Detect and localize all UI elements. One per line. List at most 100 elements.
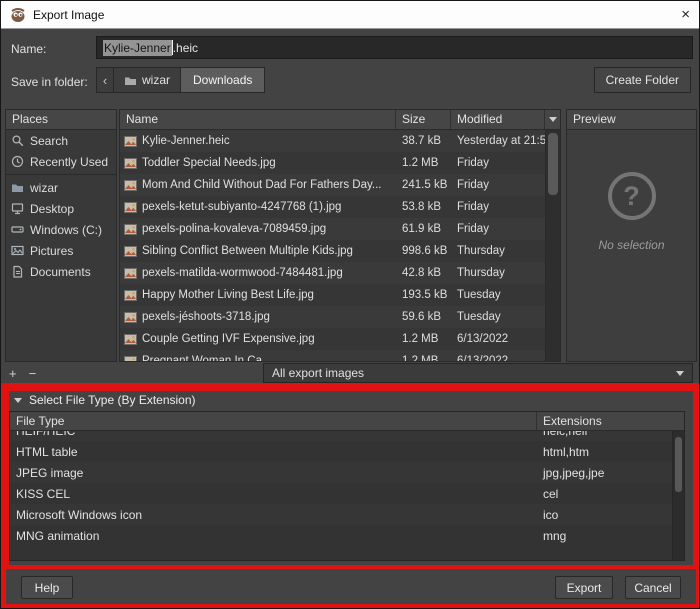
column-header-file-type[interactable]: File Type bbox=[10, 412, 537, 430]
chevron-down-icon bbox=[676, 370, 684, 376]
file-type-row[interactable]: KISS CEL cel bbox=[10, 483, 672, 504]
file-modified: Tuesday bbox=[457, 311, 501, 323]
breadcrumb-home[interactable]: wizar bbox=[114, 67, 182, 93]
scrollbar-thumb[interactable] bbox=[675, 437, 682, 492]
file-type-scrollbar[interactable] bbox=[672, 431, 684, 560]
place-item-home[interactable]: wizar bbox=[6, 177, 116, 198]
column-header-extensions[interactable]: Extensions bbox=[537, 412, 684, 430]
file-size: 59.6 kB bbox=[402, 311, 441, 323]
place-label: Search bbox=[30, 133, 69, 148]
file-type-row[interactable]: HTML table html,htm bbox=[10, 441, 672, 462]
scrollbar-thumb[interactable] bbox=[548, 133, 558, 195]
file-type-name: Microsoft Windows icon bbox=[16, 507, 143, 522]
file-modified: 6/13/2022 bbox=[457, 333, 509, 345]
place-item-search[interactable]: Search bbox=[6, 130, 116, 151]
file-type-row[interactable]: Microsoft Windows icon ico bbox=[10, 504, 672, 525]
place-label: Documents bbox=[30, 264, 91, 279]
file-modified: Thursday bbox=[457, 267, 505, 279]
image-file-icon bbox=[124, 157, 137, 169]
file-name-cell: Sibling Conflict Between Multiple Kids.j… bbox=[120, 245, 396, 258]
file-list-scrollbar[interactable] bbox=[545, 130, 560, 361]
file-modified: Friday bbox=[457, 223, 489, 235]
column-header-modified[interactable]: Modified bbox=[451, 110, 545, 129]
file-row[interactable]: Happy Mother Living Best Life.jpg 193.5 … bbox=[120, 284, 545, 306]
add-place-button[interactable]: + bbox=[9, 367, 17, 381]
file-type-name: HTML table bbox=[16, 444, 78, 459]
file-name: pexels-matilda-wormwood-7484481.jpg bbox=[142, 267, 343, 279]
file-size: 241.5 kB bbox=[402, 179, 448, 191]
file-name: Toddler Special Needs.jpg bbox=[142, 157, 276, 169]
file-type-expander[interactable]: Select File Type (By Extension) bbox=[14, 393, 196, 407]
places-separator bbox=[6, 174, 116, 175]
file-type-row[interactable]: MNG animation mng bbox=[10, 525, 672, 546]
column-header-name[interactable]: Name bbox=[120, 110, 396, 129]
file-name-cell: Couple Getting IVF Expensive.jpg bbox=[120, 333, 396, 346]
file-modified: 6/13/2022 bbox=[457, 355, 509, 361]
column-options-dropdown[interactable] bbox=[545, 110, 560, 129]
save-in-folder-label: Save in folder: bbox=[11, 75, 88, 89]
image-file-icon bbox=[124, 289, 137, 301]
filename-input[interactable]: Kylie-Jenner .heic bbox=[96, 36, 693, 59]
remove-place-button[interactable]: − bbox=[29, 367, 37, 381]
place-item-windows-c[interactable]: Windows (C:) bbox=[6, 219, 116, 240]
image-file-icon bbox=[124, 179, 137, 191]
file-row[interactable]: Couple Getting IVF Expensive.jpg 1.2 MB … bbox=[120, 328, 545, 350]
file-row[interactable]: pexels-jéshoots-3718.jpg 59.6 kB Tuesday bbox=[120, 306, 545, 328]
file-row[interactable]: pexels-polina-kovaleva-7089459.jpg 61.9 … bbox=[120, 218, 545, 240]
file-type-expander-label: Select File Type (By Extension) bbox=[29, 393, 196, 407]
gimp-icon bbox=[11, 7, 25, 22]
file-name: Pregnant Woman In Ca... bbox=[142, 355, 272, 361]
place-item-desktop[interactable]: Desktop bbox=[6, 198, 116, 219]
file-row[interactable]: Kylie-Jenner.heic 38.7 kB Yesterday at 2… bbox=[120, 130, 545, 152]
breadcrumb-downloads-label: Downloads bbox=[193, 73, 253, 87]
export-image-dialog: Export Image × Name: Kylie-Jenner .heic … bbox=[0, 0, 700, 609]
column-header-size[interactable]: Size bbox=[396, 110, 451, 129]
file-type-row[interactable]: JPEG image jpg,jpeg,jpe bbox=[10, 462, 672, 483]
file-name-cell: Mom And Child Without Dad For Fathers Da… bbox=[120, 179, 396, 192]
place-item-documents[interactable]: Documents bbox=[6, 261, 116, 282]
export-button[interactable]: Export bbox=[555, 576, 613, 599]
file-type-row[interactable]: HEIF/HEIC heic,heif bbox=[10, 431, 672, 441]
file-row[interactable]: pexels-ketut-subiyanto-4247768 (1).jpg 5… bbox=[120, 196, 545, 218]
file-row[interactable]: Mom And Child Without Dad For Fathers Da… bbox=[120, 174, 545, 196]
file-type-extensions: cel bbox=[543, 486, 559, 501]
file-type-name: MNG animation bbox=[16, 528, 100, 543]
export-filter-combobox[interactable]: All export images bbox=[263, 363, 693, 383]
file-name-cell: Happy Mother Living Best Life.jpg bbox=[120, 289, 396, 302]
place-item-pictures[interactable]: Pictures bbox=[6, 240, 116, 261]
file-row[interactable]: Sibling Conflict Between Multiple Kids.j… bbox=[120, 240, 545, 262]
file-name-cell: pexels-ketut-subiyanto-4247768 (1).jpg bbox=[120, 201, 396, 214]
file-size: 193.5 kB bbox=[402, 289, 448, 301]
file-row[interactable]: pexels-matilda-wormwood-7484481.jpg 42.8… bbox=[120, 262, 545, 284]
breadcrumb-back-button[interactable]: ‹ bbox=[96, 67, 114, 93]
close-icon[interactable]: × bbox=[681, 7, 690, 22]
pictures-icon bbox=[11, 245, 24, 256]
search-icon bbox=[12, 135, 24, 147]
place-label: Windows (C:) bbox=[30, 222, 103, 237]
file-modified: Friday bbox=[457, 179, 489, 191]
place-label: Recently Used bbox=[30, 154, 109, 169]
place-label: Desktop bbox=[30, 201, 75, 216]
help-button[interactable]: Help bbox=[21, 576, 73, 599]
places-panel: Places Search Recently Used wizar Deskto… bbox=[5, 109, 117, 362]
file-row[interactable]: Toddler Special Needs.jpg 1.2 MB Friday bbox=[120, 152, 545, 174]
image-file-icon bbox=[124, 355, 137, 361]
places-header: Places bbox=[6, 110, 116, 130]
breadcrumb-downloads[interactable]: Downloads bbox=[181, 67, 266, 93]
preview-panel: Preview ? No selection bbox=[566, 109, 697, 362]
file-name: pexels-jéshoots-3718.jpg bbox=[142, 311, 270, 323]
file-type-name: KISS CEL bbox=[16, 486, 71, 501]
image-file-icon bbox=[124, 201, 137, 213]
cancel-button[interactable]: Cancel bbox=[625, 576, 681, 599]
window-title: Export Image bbox=[33, 7, 105, 22]
titlebar: Export Image × bbox=[1, 1, 699, 29]
place-item-recently-used[interactable]: Recently Used bbox=[6, 151, 116, 172]
create-folder-button[interactable]: Create Folder bbox=[593, 67, 691, 93]
file-size: 1.2 MB bbox=[402, 355, 439, 361]
file-row[interactable]: Pregnant Woman In Ca... 1.2 MB 6/13/2022 bbox=[120, 350, 545, 361]
place-label: wizar bbox=[30, 180, 59, 195]
file-name-cell: Kylie-Jenner.heic bbox=[120, 135, 396, 148]
breadcrumb: ‹ wizar Downloads bbox=[96, 67, 266, 93]
file-type-extensions: jpg,jpeg,jpe bbox=[543, 465, 605, 480]
file-type-name: JPEG image bbox=[16, 465, 84, 480]
